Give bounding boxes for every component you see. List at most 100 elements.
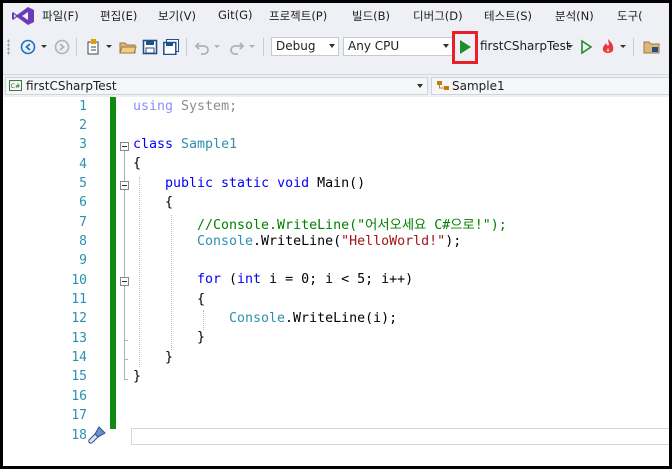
outline-end xyxy=(124,359,128,360)
toolbar-separator xyxy=(76,38,77,56)
line-number: 5 xyxy=(79,176,87,191)
visual-studio-logo-icon[interactable] xyxy=(11,6,35,26)
standard-toolbar: Debug Any CPU firstCSharpTest xyxy=(3,31,669,64)
startup-project-dropdown-icon[interactable] xyxy=(566,44,574,50)
line-number: 11 xyxy=(71,292,87,307)
punctuation: ); xyxy=(445,234,462,249)
comment: //Console.WriteLine("어서오세요 C#으로!"); xyxy=(197,218,507,233)
code-line-3: class Sample1 xyxy=(133,137,237,152)
undo-icon[interactable] xyxy=(194,39,210,55)
redo-icon[interactable] xyxy=(229,39,245,55)
line-number: 7 xyxy=(79,215,87,230)
line-number: 18 xyxy=(71,428,87,443)
code-line-8: Console.WriteLine("HelloWorld!"); xyxy=(197,234,461,249)
platform-value: Any CPU xyxy=(348,39,400,53)
undo-dropdown-icon[interactable] xyxy=(213,44,221,50)
menu-tools[interactable]: 도구( xyxy=(617,8,643,24)
string-literal: "HelloWorld!" xyxy=(341,234,446,249)
redo-dropdown-icon[interactable] xyxy=(248,44,256,50)
solution-platform-dropdown[interactable]: Any CPU xyxy=(343,37,453,56)
line-number: 15 xyxy=(71,369,87,384)
collapse-region-icon[interactable] xyxy=(120,181,129,190)
collapse-region-icon[interactable] xyxy=(120,277,129,286)
change-tracking-bar xyxy=(110,97,116,429)
navigate-forward-icon[interactable] xyxy=(54,39,70,55)
back-dropdown-icon[interactable] xyxy=(40,44,48,50)
chevron-down-icon xyxy=(417,84,423,88)
line-number: 12 xyxy=(71,311,87,326)
brace: } xyxy=(133,369,142,384)
brace: { xyxy=(165,195,174,210)
brace: } xyxy=(197,330,206,345)
solution-explorer-folder-icon[interactable] xyxy=(643,39,661,55)
type-name: Sample1 xyxy=(452,79,505,93)
menu-git[interactable]: Git(G) xyxy=(218,8,253,22)
type-name: Console xyxy=(229,311,286,326)
method-call: .WriteLine( xyxy=(253,234,342,249)
toolbar-separator xyxy=(633,38,634,56)
brace: { xyxy=(197,292,206,307)
start-without-debugging-icon[interactable] xyxy=(580,39,593,55)
startup-project-button[interactable]: firstCSharpTest xyxy=(480,39,571,53)
configuration-value: Debug xyxy=(276,39,316,53)
line-number: 13 xyxy=(71,331,87,346)
quick-actions-brush-icon[interactable] xyxy=(87,425,107,445)
keyword: public static void xyxy=(165,176,310,191)
code-line-12: Console.WriteLine(i); xyxy=(229,311,397,326)
solution-configuration-dropdown[interactable]: Debug xyxy=(271,37,339,56)
class-name: Sample1 xyxy=(173,137,238,152)
navigate-back-icon[interactable] xyxy=(20,39,36,55)
hot-reload-flame-icon[interactable] xyxy=(600,38,617,56)
hot-reload-dropdown-icon[interactable] xyxy=(619,44,627,50)
open-file-icon[interactable] xyxy=(119,39,137,55)
loop-expression: i = 0; i < 5; i++) xyxy=(261,272,414,287)
line-number: 16 xyxy=(71,389,87,404)
class-icon xyxy=(437,81,449,90)
code-line-4: { xyxy=(133,156,141,171)
keyword: for xyxy=(197,272,222,287)
line-number: 8 xyxy=(79,234,87,249)
indent-guide xyxy=(171,215,172,350)
start-debugging-play-icon[interactable] xyxy=(458,39,472,55)
type-dropdown[interactable]: Sample1 xyxy=(431,77,669,95)
keyword: int xyxy=(237,272,262,287)
punctuation: ( xyxy=(221,272,238,287)
line-number: 4 xyxy=(79,157,87,172)
chevron-down-icon xyxy=(329,44,335,48)
menu-build[interactable]: 빌드(B) xyxy=(352,8,390,24)
line-number: 6 xyxy=(79,195,87,210)
brace: } xyxy=(165,350,174,365)
toolbar-separator xyxy=(263,38,264,56)
menu-bar: 파일(F) 편집(E) 보기(V) Git(G) 프로젝트(P) 빌드(B) 디… xyxy=(3,3,669,29)
new-item-icon[interactable] xyxy=(85,38,103,56)
project-dropdown[interactable]: C# firstCSharpTest xyxy=(5,77,428,95)
line-number: 17 xyxy=(71,408,87,423)
menu-debug[interactable]: 디버그(D) xyxy=(413,8,463,24)
menu-view[interactable]: 보기(V) xyxy=(158,8,196,24)
code-line-14: } xyxy=(165,350,173,365)
toolbar-grip-icon[interactable] xyxy=(7,39,10,55)
save-all-icon[interactable] xyxy=(163,39,180,55)
method-call: .WriteLine(i); xyxy=(285,311,398,326)
menu-project[interactable]: 프로젝트(P) xyxy=(269,8,327,24)
menu-analyze[interactable]: 분석(N) xyxy=(555,8,594,24)
line-number: 2 xyxy=(79,118,87,133)
outline-end xyxy=(124,340,128,341)
indent-guide xyxy=(203,310,204,330)
save-icon[interactable] xyxy=(142,39,158,55)
line-number: 10 xyxy=(71,273,87,288)
code-line-6: { xyxy=(165,195,173,210)
visual-studio-window: 파일(F) 편집(E) 보기(V) Git(G) 프로젝트(P) 빌드(B) 디… xyxy=(3,3,669,466)
method-signature: Main() xyxy=(309,176,366,191)
new-item-dropdown-icon[interactable] xyxy=(105,44,113,50)
menu-file[interactable]: 파일(F) xyxy=(42,8,79,24)
menu-test[interactable]: 테스트(S) xyxy=(484,8,532,24)
keyword: using xyxy=(133,99,174,114)
collapse-region-icon[interactable] xyxy=(120,142,129,151)
menu-edit[interactable]: 편집(E) xyxy=(100,8,137,24)
line-number: 1 xyxy=(79,99,87,114)
code-editor[interactable]: 1 2 3 4 5 6 7 8 9 10 11 12 13 14 15 16 1… xyxy=(3,97,669,466)
line-number: 9 xyxy=(79,253,87,268)
csharp-project-icon: C# xyxy=(9,80,22,91)
code-line-13: } xyxy=(197,330,205,345)
